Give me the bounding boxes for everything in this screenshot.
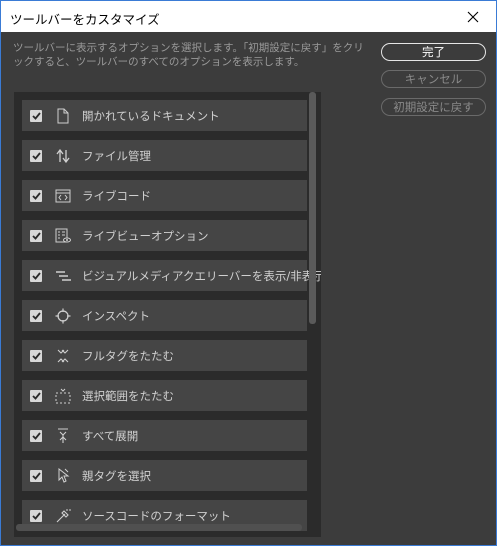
checkmark-icon (31, 351, 41, 360)
item-label: すべて展開 (82, 428, 139, 443)
list-item-live-code[interactable]: ライブコード (22, 180, 307, 211)
item-label: フルタグをたたむ (82, 348, 174, 363)
collapse-selection-icon (55, 388, 71, 404)
checkbox[interactable] (30, 149, 42, 162)
horizontal-scrollbar[interactable] (16, 524, 302, 531)
checkbox[interactable] (30, 109, 42, 122)
list-item-select-parent-tag[interactable]: 親タグを選択 (22, 460, 307, 491)
checkbox[interactable] (30, 469, 42, 482)
checkmark-icon (31, 271, 41, 280)
item-label: 選択範囲をたたむ (82, 388, 174, 403)
checkmark-icon (31, 311, 41, 320)
checkmark-icon (31, 151, 41, 160)
item-label: ファイル管理 (82, 148, 151, 163)
item-label: 開かれているドキュメント (82, 108, 220, 123)
dialog-title: ツールバーをカスタマイズ (10, 12, 160, 27)
list-item-collapse-full-tag[interactable]: フルタグをたたむ (22, 340, 307, 371)
list-item-live-view-options[interactable]: ライブビューオプション (22, 220, 307, 251)
checkmark-icon (31, 471, 41, 480)
live-view-options-icon (55, 228, 71, 244)
checkbox[interactable] (30, 229, 42, 242)
collapse-full-tag-icon (55, 348, 71, 364)
list-item-file-management[interactable]: ファイル管理 (22, 140, 307, 171)
checkbox[interactable] (30, 269, 42, 282)
reset-defaults-button[interactable]: 初期設定に戻す (381, 98, 486, 116)
checkmark-icon (31, 191, 41, 200)
checkbox[interactable] (30, 309, 42, 322)
checkmark-icon (31, 231, 41, 240)
item-label: ソースコードのフォーマット (82, 508, 231, 523)
toolbar-options-list[interactable]: 開かれているドキュメント ファイル管理 ライブコード ライブビューオプション ビ… (14, 92, 321, 537)
close-icon (467, 11, 479, 22)
close-button[interactable] (450, 1, 496, 32)
list-item-collapse-selection[interactable]: 選択範囲をたたむ (22, 380, 307, 411)
file-management-icon (55, 148, 71, 164)
vertical-scrollbar[interactable] (309, 92, 316, 324)
checkbox[interactable] (30, 389, 42, 402)
item-label: ビジュアルメディアクエリーバーを表示/非表示 (82, 268, 321, 283)
cancel-button[interactable]: キャンセル (381, 70, 486, 88)
customize-toolbar-dialog: ツールバーをカスタマイズ ツールバーに表示するオプションを選択します。「初期設定… (0, 0, 497, 546)
list-item-visual-media-query[interactable]: ビジュアルメディアクエリーバーを表示/非表示 (22, 260, 321, 291)
checkmark-icon (31, 431, 41, 440)
list-item-expand-all[interactable]: すべて展開 (22, 420, 307, 451)
checkmark-icon (31, 111, 41, 120)
checkmark-icon (31, 391, 41, 400)
list-item-inspect[interactable]: インスペクト (22, 300, 307, 331)
description-text: ツールバーに表示するオプションを選択します。「初期設定に戻す」をクリックすると、… (13, 42, 364, 68)
live-code-icon (55, 188, 71, 204)
item-label: ライブコード (82, 188, 151, 203)
list-item-document[interactable]: 開かれているドキュメント (22, 100, 307, 131)
item-label: 親タグを選択 (82, 468, 151, 483)
dialog-content: ツールバーに表示するオプションを選択します。「初期設定に戻す」をクリックすると、… (1, 32, 496, 545)
item-label: ライブビューオプション (82, 228, 209, 243)
visual-media-query-icon (55, 268, 71, 284)
format-source-code-icon (55, 508, 71, 524)
inspect-icon (55, 308, 71, 324)
checkbox[interactable] (30, 509, 42, 522)
checkbox[interactable] (30, 429, 42, 442)
checkbox[interactable] (30, 189, 42, 202)
select-parent-tag-icon (55, 467, 71, 484)
done-button[interactable]: 完了 (381, 43, 486, 61)
title-bar: ツールバーをカスタマイズ (1, 1, 496, 32)
checkbox[interactable] (30, 349, 42, 362)
expand-all-icon (55, 427, 71, 444)
document-icon (55, 108, 71, 124)
checkmark-icon (31, 511, 41, 520)
item-label: インスペクト (82, 308, 150, 323)
